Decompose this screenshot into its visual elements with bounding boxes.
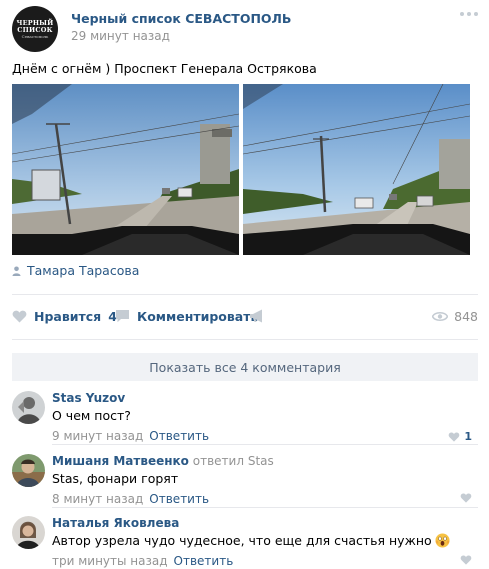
post-photo[interactable]	[243, 84, 470, 255]
comment-item: Наталья Яковлева Автор узрела чудо чудес…	[12, 516, 478, 568]
comment-time[interactable]: 9 минут назад	[52, 429, 143, 443]
comment-like-button[interactable]: 1	[448, 430, 472, 443]
heart-icon	[449, 432, 460, 442]
like-label: Нравится	[34, 308, 102, 324]
post-actions: Нравится 4 Комментировать 848	[12, 303, 478, 329]
comment-meta: три минуты назад Ответить	[52, 554, 233, 568]
views-counter: 848	[432, 303, 478, 329]
divider	[52, 507, 478, 508]
comment-author: Наталья Яковлева	[52, 516, 179, 530]
photo-author[interactable]: Тамара Тарасова	[12, 263, 139, 278]
comment-author-link[interactable]: Мишаня Матвеенко	[52, 454, 189, 468]
group-avatar[interactable]: ЧЕРНЫЙ СПИСОК Севастополь	[12, 6, 58, 52]
divider	[52, 444, 478, 445]
comment-icon	[116, 310, 129, 323]
comment-text: О чем пост?	[52, 408, 131, 423]
reply-button[interactable]: Ответить	[149, 429, 209, 443]
comment-text-body: Автор узрела чудо чудесное, что еще для …	[52, 533, 432, 548]
comment-item: Мишаня Матвеенко ответил Stas Stas, фона…	[12, 454, 478, 506]
comment-text: Stas, фонари горят	[52, 471, 179, 486]
avatar[interactable]	[12, 391, 45, 424]
scream-emoji-icon	[435, 533, 450, 548]
comment-item: Stas Yuzov О чем пост? 9 минут назад Отве…	[12, 391, 478, 443]
heart-icon	[12, 310, 27, 322]
comment-time[interactable]: три минуты назад	[52, 554, 168, 568]
share-icon	[250, 309, 262, 323]
comment-author-link[interactable]: Наталья Яковлева	[52, 516, 179, 530]
share-button[interactable]	[249, 303, 264, 329]
comment-author: Мишаня Матвеенко ответил Stas	[52, 454, 274, 468]
reply-button[interactable]: Ответить	[149, 492, 209, 506]
avatar-logo-line: Севастополь	[21, 33, 49, 39]
post-photo[interactable]	[12, 84, 239, 255]
photo-author-name: Тамара Тарасова	[27, 263, 140, 278]
avatar[interactable]	[12, 454, 45, 487]
reply-button[interactable]: Ответить	[174, 554, 234, 568]
divider	[12, 339, 478, 340]
comment-meta: 8 минут назад Ответить	[52, 492, 209, 506]
person-icon	[12, 266, 21, 276]
heart-icon	[460, 493, 472, 503]
show-all-comments-button[interactable]: Показать все 4 комментария	[12, 353, 478, 381]
avatar-logo-line: СПИСОК	[17, 25, 53, 34]
user-photo-image	[12, 516, 45, 549]
comment-meta: 9 минут назад Ответить	[52, 429, 209, 443]
post-time[interactable]: 29 минут назад	[71, 29, 170, 43]
replied-to-link[interactable]: Stas	[248, 454, 274, 468]
more-icon[interactable]	[460, 12, 478, 20]
post-text: Днём с огнём ) Проспект Генерала Остряко…	[12, 61, 317, 76]
comment-text: Автор узрела чудо чудесное, что еще для …	[52, 533, 450, 548]
replied-label: ответил	[192, 454, 244, 468]
comment-like-count: 1	[464, 430, 472, 443]
heart-icon	[460, 555, 472, 565]
user-photo-image	[12, 391, 45, 424]
comment-label: Комментировать	[137, 308, 259, 324]
group-name-link[interactable]: Черный список СЕВАСТОПОЛЬ	[71, 11, 291, 26]
eye-icon	[432, 311, 449, 321]
views-count: 848	[454, 308, 478, 324]
avatar[interactable]	[12, 516, 45, 549]
comment-time[interactable]: 8 минут назад	[52, 492, 143, 506]
road-photo-image	[243, 84, 470, 255]
comment-like-button[interactable]	[460, 493, 472, 503]
road-photo-image	[12, 84, 239, 255]
like-button[interactable]: Нравится 4	[12, 303, 117, 329]
comment-like-button[interactable]	[460, 555, 472, 565]
divider	[12, 294, 478, 295]
post-header: ЧЕРНЫЙ СПИСОК Севастополь Черный список …	[12, 6, 478, 52]
comment-button[interactable]: Комментировать	[115, 303, 258, 329]
comment-author: Stas Yuzov	[52, 391, 125, 405]
comment-author-link[interactable]: Stas Yuzov	[52, 391, 125, 405]
user-photo-image	[12, 454, 45, 487]
